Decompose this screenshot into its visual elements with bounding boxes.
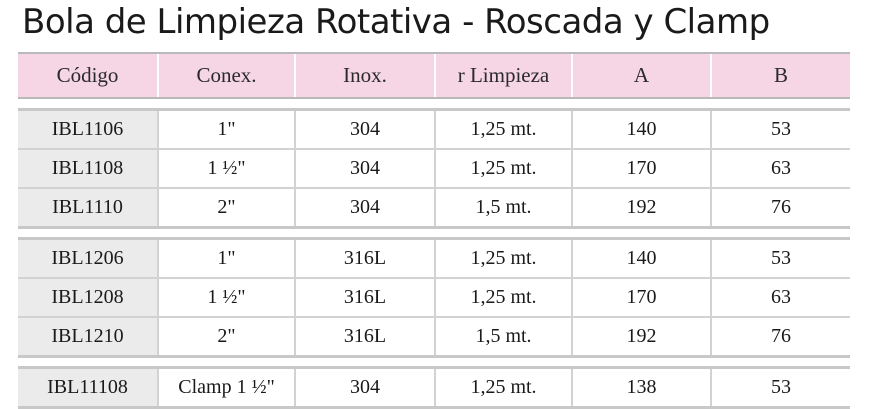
cell-limpieza: 1,25 mt. bbox=[436, 111, 573, 148]
product-table: Código Conex. Inox. r Limpieza A B IBL11… bbox=[18, 52, 850, 409]
header-inox: Inox. bbox=[296, 54, 436, 97]
cell-a: 140 bbox=[573, 240, 712, 277]
table-row: IBL11108 Clamp 1 ½" 304 1,25 mt. 138 53 bbox=[18, 369, 850, 406]
cell-a: 140 bbox=[573, 111, 712, 148]
cell-inox: 304 bbox=[296, 150, 436, 187]
cell-inox: 316L bbox=[296, 318, 436, 355]
cell-limpieza: 1,25 mt. bbox=[436, 150, 573, 187]
cell-inox: 304 bbox=[296, 189, 436, 226]
table-group-316l: IBL1206 1" 316L 1,25 mt. 140 53 IBL1208 … bbox=[18, 237, 850, 358]
cell-limpieza: 1,5 mt. bbox=[436, 189, 573, 226]
cell-inox: 316L bbox=[296, 279, 436, 316]
cell-limpieza: 1,25 mt. bbox=[436, 279, 573, 316]
table-row: IBL1106 1" 304 1,25 mt. 140 53 bbox=[18, 111, 850, 150]
cell-conex: Clamp 1 ½" bbox=[159, 369, 296, 406]
header-conex: Conex. bbox=[159, 54, 296, 97]
cell-limpieza: 1,5 mt. bbox=[436, 318, 573, 355]
table-group-clamp: IBL11108 Clamp 1 ½" 304 1,25 mt. 138 53 bbox=[18, 366, 850, 409]
table-row: IBL1208 1 ½" 316L 1,25 mt. 170 63 bbox=[18, 279, 850, 318]
cell-limpieza: 1,25 mt. bbox=[436, 369, 573, 406]
cell-codigo: IBL1106 bbox=[18, 111, 159, 148]
cell-inox: 304 bbox=[296, 111, 436, 148]
cell-b: 76 bbox=[712, 189, 850, 226]
cell-codigo: IBL11108 bbox=[18, 369, 159, 406]
cell-codigo: IBL1206 bbox=[18, 240, 159, 277]
cell-codigo: IBL1210 bbox=[18, 318, 159, 355]
table-header: Código Conex. Inox. r Limpieza A B bbox=[18, 52, 850, 99]
page-title: Bola de Limpieza Rotativa - Roscada y Cl… bbox=[22, 2, 770, 42]
cell-a: 192 bbox=[573, 189, 712, 226]
cell-b: 53 bbox=[712, 369, 850, 406]
cell-conex: 1" bbox=[159, 240, 296, 277]
cell-codigo: IBL1208 bbox=[18, 279, 159, 316]
cell-b: 53 bbox=[712, 240, 850, 277]
header-limpieza: r Limpieza bbox=[436, 54, 573, 97]
cell-b: 63 bbox=[712, 279, 850, 316]
cell-inox: 316L bbox=[296, 240, 436, 277]
cell-codigo: IBL1110 bbox=[18, 189, 159, 226]
header-codigo: Código bbox=[18, 54, 159, 97]
cell-a: 170 bbox=[573, 150, 712, 187]
table-row: IBL1108 1 ½" 304 1,25 mt. 170 63 bbox=[18, 150, 850, 189]
cell-conex: 1" bbox=[159, 111, 296, 148]
table-row: IBL1110 2" 304 1,5 mt. 192 76 bbox=[18, 189, 850, 226]
cell-b: 53 bbox=[712, 111, 850, 148]
cell-a: 170 bbox=[573, 279, 712, 316]
cell-codigo: IBL1108 bbox=[18, 150, 159, 187]
table-row: IBL1210 2" 316L 1,5 mt. 192 76 bbox=[18, 318, 850, 355]
cell-b: 76 bbox=[712, 318, 850, 355]
cell-limpieza: 1,25 mt. bbox=[436, 240, 573, 277]
header-a: A bbox=[573, 54, 712, 97]
table-row: IBL1206 1" 316L 1,25 mt. 140 53 bbox=[18, 240, 850, 279]
cell-conex: 2" bbox=[159, 189, 296, 226]
cell-conex: 2" bbox=[159, 318, 296, 355]
cell-a: 192 bbox=[573, 318, 712, 355]
cell-conex: 1 ½" bbox=[159, 279, 296, 316]
cell-inox: 304 bbox=[296, 369, 436, 406]
cell-a: 138 bbox=[573, 369, 712, 406]
cell-b: 63 bbox=[712, 150, 850, 187]
table-group-304: IBL1106 1" 304 1,25 mt. 140 53 IBL1108 1… bbox=[18, 108, 850, 229]
header-b: B bbox=[773, 63, 788, 87]
cell-conex: 1 ½" bbox=[159, 150, 296, 187]
